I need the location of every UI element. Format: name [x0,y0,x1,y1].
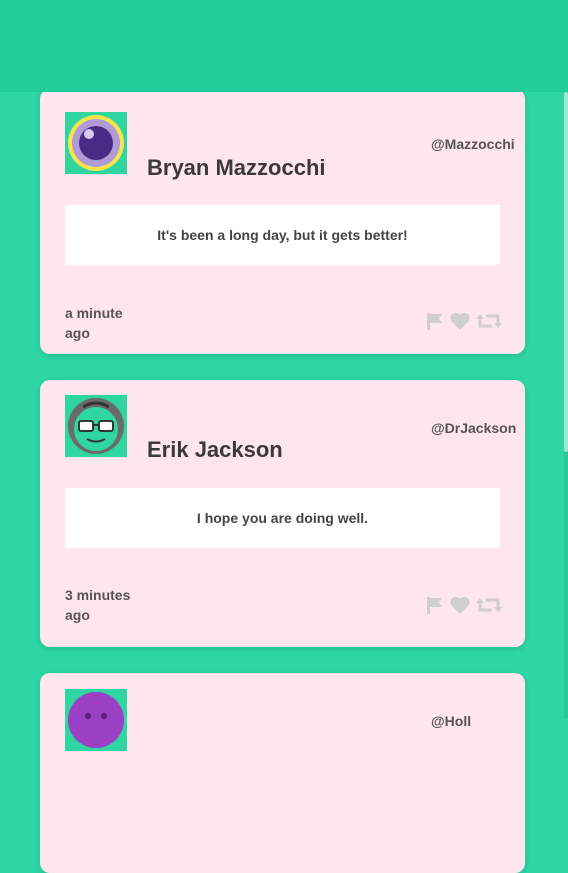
message-text: I hope you are doing well. [196,510,369,526]
message-box: I hope you are doing well. [65,488,500,548]
author-handle[interactable]: @Mazzocchi [431,136,515,152]
action-bar [425,594,503,616]
flag-icon[interactable] [425,311,445,331]
message-box: It's been a long day, but it gets better… [65,205,500,265]
message-text: It's been a long day, but it gets better… [157,227,408,243]
author-handle[interactable]: @Holl [431,713,471,729]
tweet-card: Erik Jackson @DrJackson I hope you are d… [40,380,525,647]
avatar[interactable] [65,112,127,174]
timestamp: 3 minutes ago [65,587,131,623]
tweet-card: @Holl [40,673,525,873]
top-bar [0,0,568,92]
avatar[interactable] [65,689,127,751]
tweet-card: Bryan Mazzocchi @Mazzocchi It's been a l… [40,89,525,354]
flag-icon[interactable] [425,595,445,615]
author-name: Bryan Mazzocchi [147,155,326,180]
avatar[interactable] [65,395,127,457]
action-bar [425,310,503,332]
retweet-icon[interactable] [475,595,503,615]
retweet-icon[interactable] [475,311,503,331]
author-name: Erik Jackson [147,437,283,462]
scrollbar-thumb[interactable] [564,92,568,452]
timestamp: a minute ago [65,305,123,341]
heart-icon[interactable] [449,311,471,331]
author-handle[interactable]: @DrJackson [431,420,516,436]
heart-icon[interactable] [449,595,471,615]
